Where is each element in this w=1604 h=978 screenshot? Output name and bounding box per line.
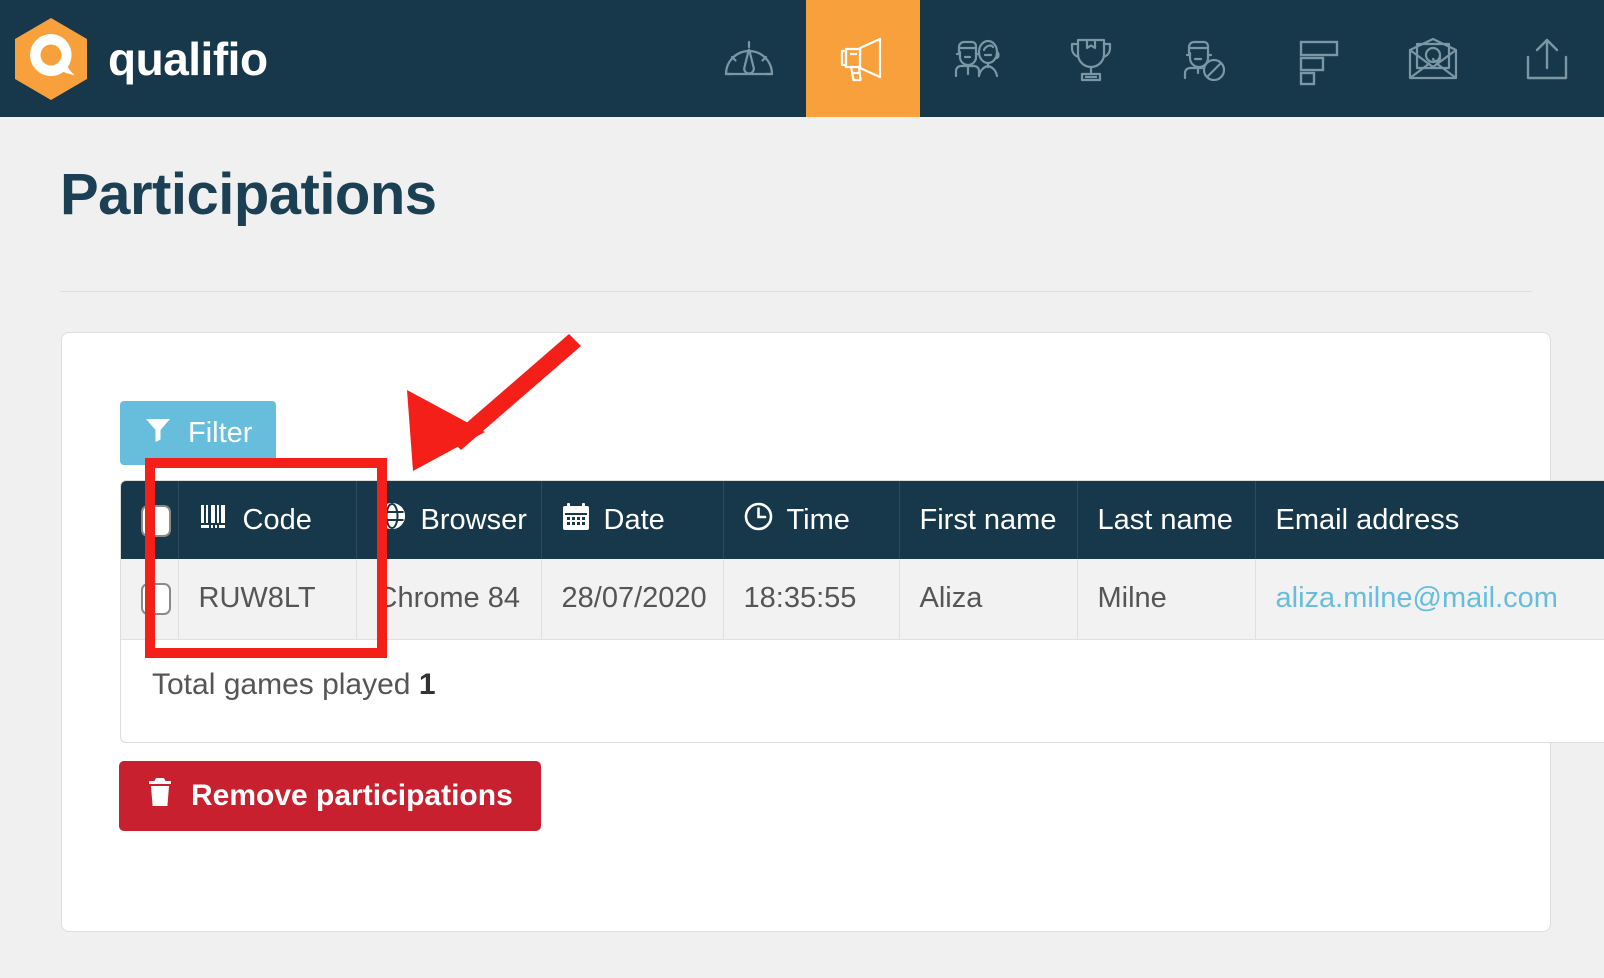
- clock-icon: [744, 502, 773, 539]
- table-row[interactable]: RUW8LT Chrome 84 28/07/2020 18:35:55 Ali…: [121, 559, 1604, 640]
- nav-item-reports[interactable]: [1262, 0, 1376, 117]
- brand-name: qualifio: [108, 32, 268, 85]
- cell-last-name: Milne: [1077, 559, 1256, 640]
- top-navigation-bar: qualifio: [0, 0, 1604, 117]
- title-divider: [60, 291, 1532, 292]
- cell-first-name: Aliza: [899, 559, 1078, 640]
- column-header-last-name[interactable]: Last name: [1077, 481, 1256, 559]
- nav-item-winners[interactable]: [1034, 0, 1148, 117]
- trophy-icon: [1063, 31, 1119, 87]
- column-header-code-label: Code: [242, 503, 312, 536]
- nav-items: [692, 0, 1604, 117]
- column-header-first-name[interactable]: First name: [899, 481, 1078, 559]
- cell-time: 18:35:55: [723, 559, 900, 640]
- nav-item-emailing[interactable]: [1376, 0, 1490, 117]
- column-header-select-all[interactable]: [121, 481, 179, 559]
- column-header-browser[interactable]: Browser: [356, 481, 542, 559]
- column-header-email-label: Email address: [1275, 503, 1460, 536]
- email-link[interactable]: aliza.milne@mail.com: [1276, 582, 1558, 614]
- column-header-first-name-label: First name: [919, 503, 1057, 536]
- remove-participations-label: Remove participations: [191, 779, 513, 812]
- email-at-icon: [1404, 30, 1462, 88]
- app-root: qualifio Participations Filter Code Brow…: [0, 0, 1604, 978]
- column-header-date[interactable]: Date: [541, 481, 724, 559]
- column-header-time[interactable]: Time: [723, 481, 900, 559]
- column-header-last-name-label: Last name: [1097, 503, 1233, 536]
- row-select-cell[interactable]: [121, 559, 179, 640]
- column-header-date-label: Date: [603, 503, 665, 536]
- blocked-user-icon: [1177, 31, 1233, 87]
- filter-button[interactable]: Filter: [120, 401, 277, 465]
- participations-table: Code Browser Date Time First name Last n…: [120, 480, 1604, 743]
- dashboard-gauge-icon: [721, 31, 777, 87]
- remove-participations-button[interactable]: Remove participations: [119, 761, 541, 831]
- brand-logo[interactable]: qualifio: [0, 0, 268, 117]
- calendar-icon: [562, 502, 590, 539]
- total-games-played: Total games played 1: [152, 668, 436, 702]
- column-header-time-label: Time: [786, 503, 850, 536]
- cell-browser: Chrome 84: [356, 559, 542, 640]
- nav-item-blacklist[interactable]: [1148, 0, 1262, 117]
- funnel-icon: [144, 415, 172, 451]
- filter-button-label: Filter: [188, 416, 253, 449]
- nav-item-export[interactable]: [1490, 0, 1604, 117]
- funnel-bars-icon: [1292, 32, 1346, 86]
- table-header-row: Code Browser Date Time First name Last n…: [121, 481, 1604, 559]
- nav-item-campaigns[interactable]: [806, 0, 920, 117]
- total-games-played-value: 1: [418, 668, 436, 701]
- cell-date: 28/07/2020: [541, 559, 724, 640]
- globe-browser-icon: [377, 501, 407, 539]
- trash-icon: [147, 777, 173, 815]
- total-games-played-label: Total games played: [152, 668, 411, 701]
- column-header-code[interactable]: Code: [178, 481, 357, 559]
- nav-item-audience[interactable]: [920, 0, 1034, 117]
- select-all-checkbox[interactable]: [141, 504, 171, 537]
- cell-email: aliza.milne@mail.com: [1255, 559, 1604, 640]
- qualifio-hexagon-logo-icon: [12, 16, 90, 102]
- column-header-browser-label: Browser: [420, 503, 527, 536]
- column-header-email[interactable]: Email address: [1255, 481, 1604, 559]
- page-title: Participations: [60, 162, 437, 227]
- cell-code: RUW8LT: [178, 559, 357, 640]
- nav-item-dashboard[interactable]: [692, 0, 806, 117]
- upload-icon: [1519, 31, 1575, 87]
- people-icon: [948, 30, 1006, 88]
- barcode-icon: [199, 502, 229, 538]
- row-checkbox[interactable]: [141, 583, 171, 616]
- megaphone-icon: [834, 30, 892, 88]
